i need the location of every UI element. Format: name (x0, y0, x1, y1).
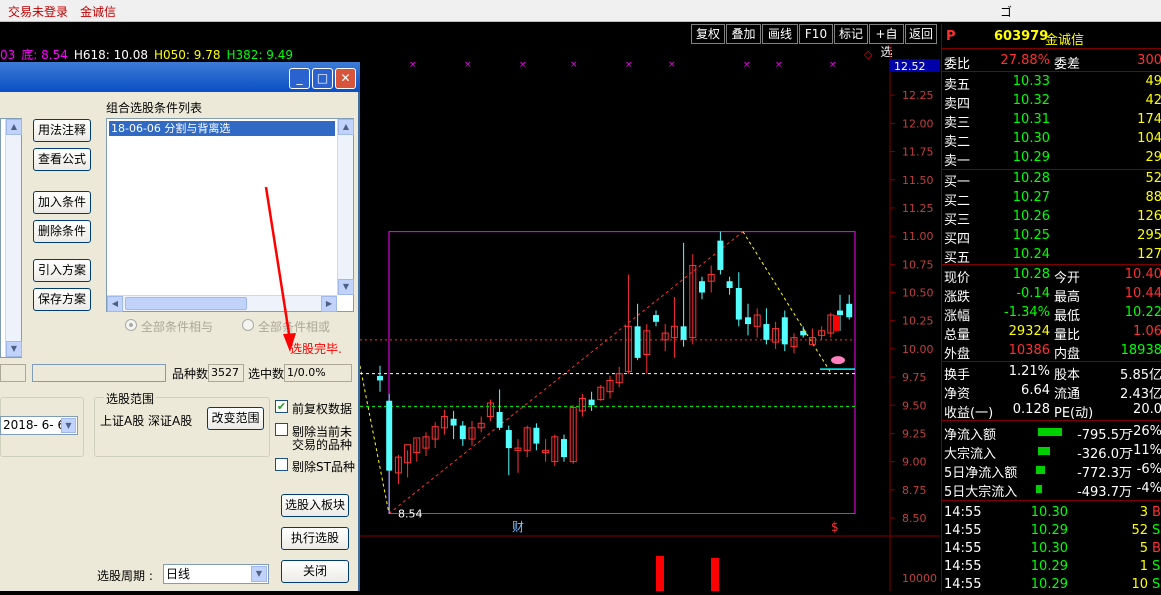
annotation-arrow (264, 186, 296, 352)
